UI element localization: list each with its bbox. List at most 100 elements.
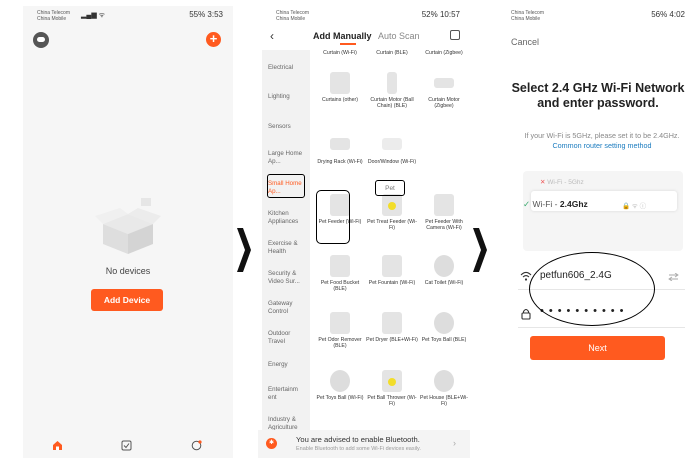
device-tile[interactable]: Curtain (Zigbee) xyxy=(418,50,470,56)
add-icon[interactable]: + xyxy=(206,32,221,47)
add-device-button[interactable]: Add Device xyxy=(91,289,163,311)
sidebar-item-large-home[interactable]: Large Home Ap... xyxy=(268,150,308,165)
bluetooth-title: You are advised to enable Bluetooth. xyxy=(296,435,420,444)
empty-box-illustration xyxy=(95,198,161,254)
battery-clock: 52% 10:57 xyxy=(421,10,460,19)
avatar[interactable] xyxy=(33,32,49,48)
sidebar-item-sensors[interactable]: Sensors xyxy=(268,123,308,131)
device-tile[interactable]: Curtain (Wi-Fi) xyxy=(314,50,366,56)
divider xyxy=(518,327,685,328)
pet-toys-ball-icon xyxy=(434,312,454,334)
add-device-screen: China Telecom China Mobile 52% 10:57 ‹ A… xyxy=(258,6,470,458)
device-tile[interactable]: Pet Ball Thrower (Wi-Fi) xyxy=(366,370,418,408)
pet-ball-thrower-icon xyxy=(382,370,402,392)
device-tile[interactable]: Curtain Motor (Zigbee) xyxy=(418,72,470,110)
device-tile[interactable]: Pet Treat Feeder (Wi-Fi) xyxy=(366,194,418,232)
curtain-icon xyxy=(330,72,350,94)
device-tile[interactable]: Pet House (BLE+Wi-Fi) xyxy=(418,370,470,408)
me-icon[interactable] xyxy=(191,440,202,451)
highlight-ellipse xyxy=(529,252,655,326)
pet-section-heading: Pet xyxy=(375,180,405,196)
category-sidebar: Electrical Lighting Sensors Large Home A… xyxy=(262,50,310,458)
pet-treat-feeder-icon xyxy=(382,194,402,216)
device-tile[interactable]: Pet Toys Ball (Wi-Fi) xyxy=(314,370,366,401)
check-icon: ✓ xyxy=(523,199,531,209)
sidebar-item-electrical[interactable]: Electrical xyxy=(268,64,308,72)
cancel-button[interactable]: Cancel xyxy=(511,37,539,47)
home-icon[interactable] xyxy=(52,440,63,451)
pet-dryer-icon xyxy=(382,312,402,334)
empty-state-text: No devices xyxy=(105,266,151,276)
router-setting-link[interactable]: Common router setting method xyxy=(552,141,651,150)
sidebar-item-outdoor[interactable]: Outdoor Travel xyxy=(268,330,308,345)
device-tile[interactable]: Pet Toys Ball (BLE) xyxy=(418,312,470,343)
device-tile[interactable]: Curtain Motor (Ball Chain) (BLE) xyxy=(366,72,418,110)
tab-auto-scan[interactable]: Auto Scan xyxy=(378,31,420,41)
device-tile[interactable]: Pet Odor Remover (BLE) xyxy=(314,312,366,350)
device-tile[interactable]: Curtain (BLE) xyxy=(366,50,418,56)
sidebar-item-lighting[interactable]: Lighting xyxy=(268,93,308,101)
sidebar-item-exercise[interactable]: Exercise & Health xyxy=(268,240,308,255)
back-icon[interactable]: ‹ xyxy=(270,29,274,43)
wifi-24g-option: ✓ Wi-Fi - 2.4Ghz xyxy=(523,199,588,209)
device-tile[interactable]: Curtains (other) xyxy=(314,72,366,103)
chevron-right-icon: › xyxy=(453,438,456,448)
home-screen: China Telecom China Mobile ▂▄▆ ᯤ 55% 3:5… xyxy=(23,6,233,458)
bottom-tab-bar xyxy=(23,436,233,458)
device-tile[interactable]: Pet Feeder With Camera (Wi-Fi) xyxy=(418,194,470,232)
wifi-setup-screen: China Telecom China Mobile 56% 4:02 Canc… xyxy=(493,6,685,458)
bluetooth-subtitle: Enable Bluetooth to add some Wi-Fi devic… xyxy=(296,446,421,452)
chevron-right-icon xyxy=(473,228,487,272)
door-window-icon xyxy=(382,138,402,150)
battery-clock: 55% 3:53 xyxy=(189,10,223,19)
status-bar: China Telecom China Mobile ▂▄▆ ᯤ 55% 3:5… xyxy=(23,6,233,26)
device-tile[interactable]: Cat Toilet (Wi-Fi) xyxy=(418,255,470,286)
page-title: Select 2.4 GHz Wi-Fi Network and enter p… xyxy=(511,81,685,110)
wifi-info-icon: 🔒 ᯤ ⓘ xyxy=(622,203,647,210)
scan-icon[interactable] xyxy=(450,30,460,40)
bluetooth-banner[interactable]: ✱ You are advised to enable Bluetooth. E… xyxy=(258,430,470,458)
highlight-box xyxy=(316,190,350,244)
carrier-name-2: China Mobile xyxy=(511,16,541,22)
page-subtitle: If your Wi-Fi is 5GHz, please set it to … xyxy=(524,131,680,150)
device-tile[interactable]: Pet Fountain (Wi-Fi) xyxy=(366,255,418,286)
sidebar-item-security[interactable]: Security & Video Sur... xyxy=(268,270,308,285)
wifi-5g-option: ✕ Wi-Fi - 5Ghz xyxy=(540,179,584,186)
device-tile[interactable]: Door/Window (Wi-Fi) xyxy=(366,134,418,165)
device-tile[interactable]: Drying Rack (Wi-Fi) xyxy=(314,134,366,165)
active-tab-indicator xyxy=(340,43,356,45)
pet-fountain-icon xyxy=(382,255,402,277)
pet-odor-remover-icon xyxy=(330,312,350,334)
close-icon: ✕ xyxy=(540,179,546,186)
sidebar-item-kitchen[interactable]: Kitchen Appliances xyxy=(268,210,308,225)
scene-icon[interactable] xyxy=(121,440,132,451)
sidebar-item-entertainment[interactable]: Entertainm ent xyxy=(268,386,308,401)
bluetooth-icon: ✱ xyxy=(266,438,277,449)
pet-toys-ball-icon xyxy=(330,370,350,392)
next-button[interactable]: Next xyxy=(530,336,665,360)
device-tile[interactable]: Pet Food Bucket (BLE) xyxy=(314,255,366,293)
pet-house-icon xyxy=(434,370,454,392)
tab-add-manually[interactable]: Add Manually xyxy=(313,31,372,41)
battery-clock: 56% 4:02 xyxy=(651,10,685,19)
carrier-name-2: China Mobile xyxy=(276,16,306,22)
cat-toilet-icon xyxy=(434,255,454,277)
status-bar: China Telecom China Mobile 52% 10:57 xyxy=(258,6,470,26)
switch-network-icon[interactable] xyxy=(668,273,679,281)
curtain-motor-icon xyxy=(434,78,454,88)
sidebar-item-industry[interactable]: Industry & Agriculture xyxy=(268,416,308,431)
lock-icon xyxy=(521,308,531,320)
signal-icon: ▂▄▆ ᯤ xyxy=(81,12,106,19)
curtain-motor-icon xyxy=(387,72,397,94)
header: ‹ Add Manually Auto Scan xyxy=(258,26,470,48)
highlight-box xyxy=(267,174,305,198)
chevron-right-icon xyxy=(237,228,251,272)
sidebar-item-gateway[interactable]: Gateway Control xyxy=(268,300,308,315)
status-bar: China Telecom China Mobile 56% 4:02 xyxy=(493,6,685,26)
drying-rack-icon xyxy=(330,138,350,150)
sidebar-item-energy[interactable]: Energy xyxy=(268,361,308,369)
pet-feeder-camera-icon xyxy=(434,194,454,216)
carrier-name-2: China Mobile xyxy=(37,16,67,22)
pet-food-bucket-icon xyxy=(330,255,350,277)
device-tile[interactable]: Pet Dryer (BLE+Wi-Fi) xyxy=(366,312,418,343)
